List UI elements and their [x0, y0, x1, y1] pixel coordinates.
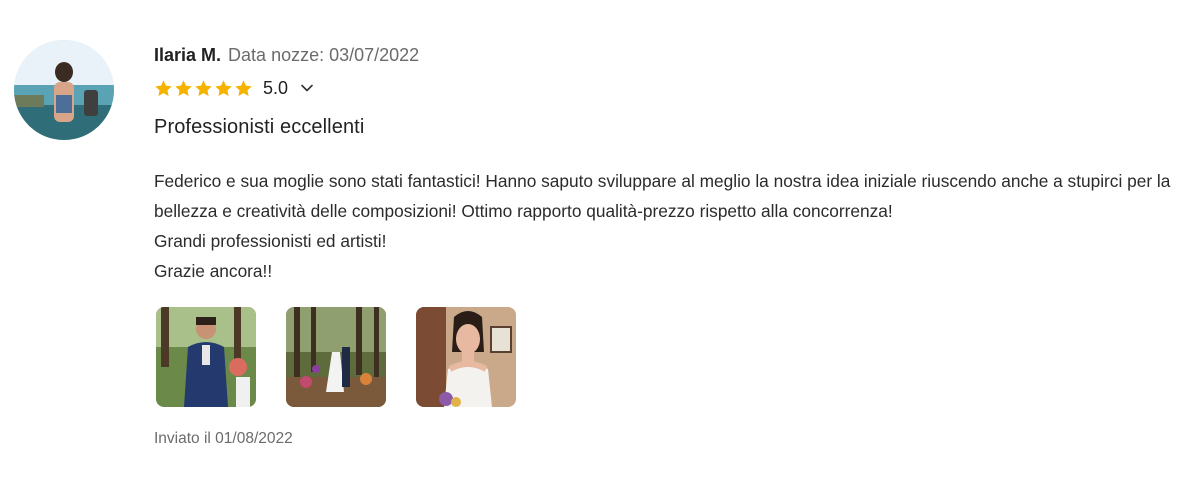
review-meta: Ilaria M. Data nozze: 03/07/2022 [154, 42, 1174, 68]
star-icon [235, 79, 252, 96]
review-photo-thumbnail[interactable] [156, 307, 256, 407]
star-icon [175, 79, 192, 96]
review-title: Professionisti eccellenti [154, 116, 365, 138]
review-paragraph: Federico e sua moglie sono stati fantast… [154, 171, 1171, 221]
review-card: Ilaria M. Data nozze: 03/07/2022 5.0 Pro… [0, 0, 1187, 481]
review-photos [156, 307, 1174, 407]
rating-row: 5.0 [154, 76, 1174, 100]
review-body: Federico e sua moglie sono stati fantast… [154, 166, 1174, 286]
review-content: Ilaria M. Data nozze: 03/07/2022 5.0 Pro… [154, 42, 1174, 450]
review-photo-thumbnail[interactable] [286, 307, 386, 407]
sent-date: Inviato il 01/08/2022 [154, 430, 293, 447]
wedding-date: Data nozze: 03/07/2022 [228, 45, 420, 65]
author-name: Ilaria M. [154, 45, 222, 65]
avatar [14, 40, 114, 140]
review-paragraph: Grandi professionisti ed artisti! [154, 231, 387, 251]
review-photo-thumbnail[interactable] [416, 307, 516, 407]
rating-value: 5.0 [263, 78, 289, 98]
star-icon [195, 79, 212, 96]
star-rating [154, 79, 253, 98]
star-icon [215, 79, 232, 96]
review-paragraph: Grazie ancora!! [154, 261, 273, 281]
star-icon [155, 79, 172, 96]
chevron-down-icon[interactable] [300, 81, 314, 95]
